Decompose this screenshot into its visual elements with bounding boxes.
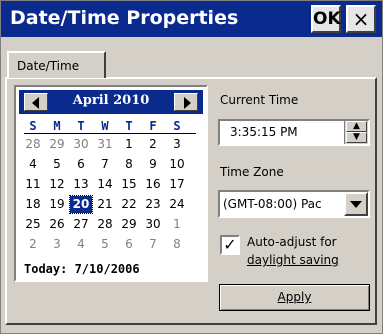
- calendar-header: April 2010: [19, 90, 203, 114]
- calendar-day[interactable]: 5: [46, 156, 68, 173]
- day-of-week-label: T: [77, 119, 85, 133]
- month-calendar[interactable]: April 2010 SMTWTFS 28 29 30 31 1 2 3 4 5 6 7 8 9 10 11…: [14, 85, 208, 282]
- calendar-day[interactable]: 20: [69, 195, 93, 214]
- window-title: Date/Time Properties: [10, 7, 239, 29]
- calendar-day[interactable]: 4: [70, 236, 92, 253]
- calendar-day[interactable]: 19: [46, 196, 68, 213]
- calendar-day[interactable]: 1: [166, 216, 188, 233]
- calendar-day[interactable]: 30: [70, 136, 92, 153]
- calendar-day[interactable]: 29: [118, 216, 140, 233]
- calendar-day[interactable]: 12: [46, 176, 68, 193]
- calendar-day[interactable]: 28: [94, 216, 116, 233]
- calendar-day[interactable]: 7: [142, 236, 164, 253]
- current-time-label: Current Time: [220, 93, 299, 107]
- ok-button[interactable]: OK: [311, 5, 341, 33]
- daylight-label-line2: daylight saving: [247, 253, 339, 267]
- calendar-day[interactable]: 6: [118, 236, 140, 253]
- current-time-field[interactable]: 3:35:15 PM ▲ ▼: [218, 119, 370, 146]
- arrow-left-icon: [32, 97, 39, 109]
- previous-month-button[interactable]: [24, 93, 48, 111]
- calendar-day[interactable]: 22: [118, 196, 140, 213]
- calendar-day[interactable]: 17: [166, 176, 188, 193]
- calendar-day[interactable]: 2: [22, 236, 44, 253]
- calendar-day[interactable]: 13: [70, 176, 92, 193]
- time-zone-value[interactable]: (GMT-08:00) Pac: [223, 197, 322, 211]
- calendar-day[interactable]: 16: [142, 176, 164, 193]
- calendar-day[interactable]: 31: [94, 136, 116, 153]
- calendar-day[interactable]: 21: [94, 196, 116, 213]
- month-label[interactable]: April 2010: [53, 93, 169, 108]
- calendar-day[interactable]: 11: [22, 176, 44, 193]
- calendar-day[interactable]: 5: [94, 236, 116, 253]
- calendar-day[interactable]: 8: [166, 236, 188, 253]
- calendar-day[interactable]: 26: [46, 216, 68, 233]
- arrow-right-icon: [184, 97, 191, 109]
- day-of-week-label: W: [101, 119, 109, 133]
- calendar-day[interactable]: 3: [166, 136, 188, 153]
- days-of-week-divider: [24, 133, 196, 134]
- calendar-day[interactable]: 25: [22, 216, 44, 233]
- next-month-button[interactable]: [174, 93, 198, 111]
- apply-button[interactable]: Apply: [219, 284, 370, 311]
- calendar-day[interactable]: 18: [22, 196, 44, 213]
- calendar-day[interactable]: 2: [142, 136, 164, 153]
- date-time-properties-window: Date/Time Properties OK × Date/Time Apri…: [0, 0, 383, 334]
- apply-label: Apply: [277, 290, 312, 304]
- time-zone-label: Time Zone: [220, 165, 284, 179]
- calendar-day[interactable]: 27: [70, 216, 92, 233]
- today-link[interactable]: Today: 7/10/2006: [24, 262, 140, 276]
- spin-up-icon[interactable]: ▲: [346, 121, 367, 132]
- calendar-day[interactable]: 6: [70, 156, 92, 173]
- calendar-day[interactable]: 28: [22, 136, 44, 153]
- calendar-day[interactable]: 8: [118, 156, 140, 173]
- dialog-client: Date/Time April 2010 SMTWTFS 28 29 30 31 1 2 3…: [1, 37, 382, 333]
- calendar-day[interactable]: 24: [166, 196, 188, 213]
- calendar-day[interactable]: 7: [94, 156, 116, 173]
- calendar-day[interactable]: 30: [142, 216, 164, 233]
- calendar-day[interactable]: 15: [118, 176, 140, 193]
- daylight-label-line1: Auto-adjust for: [247, 235, 337, 249]
- title-bar: Date/Time Properties OK ×: [1, 1, 382, 37]
- calendar-day[interactable]: 23: [142, 196, 164, 213]
- calendar-day[interactable]: 29: [46, 136, 68, 153]
- chevron-down-icon: [350, 201, 362, 208]
- daylight-saving-label[interactable]: Auto-adjust for daylight saving: [247, 233, 339, 269]
- daylight-saving-checkbox[interactable]: ✓: [220, 235, 240, 255]
- spin-down-icon[interactable]: ▼: [346, 132, 367, 143]
- dropdown-button[interactable]: [344, 192, 368, 216]
- day-of-week-label: T: [125, 119, 133, 133]
- calendar-day[interactable]: 10: [166, 156, 188, 173]
- day-of-week-label: S: [173, 119, 181, 133]
- calendar-day[interactable]: 14: [94, 176, 116, 193]
- calendar-day[interactable]: 3: [46, 236, 68, 253]
- current-time-value[interactable]: 3:35:15 PM: [230, 125, 298, 139]
- calendar-day[interactable]: 1: [118, 136, 140, 153]
- time-spinner[interactable]: ▲ ▼: [344, 121, 368, 144]
- day-of-week-label: M: [53, 119, 61, 133]
- day-of-week-label: S: [29, 119, 37, 133]
- calendar-day[interactable]: 4: [22, 156, 44, 173]
- calendar-day[interactable]: 9: [142, 156, 164, 173]
- tab-date-time[interactable]: Date/Time: [7, 51, 106, 78]
- close-button[interactable]: ×: [346, 5, 376, 33]
- time-zone-dropdown[interactable]: (GMT-08:00) Pac: [218, 190, 370, 218]
- day-of-week-label: F: [149, 119, 157, 133]
